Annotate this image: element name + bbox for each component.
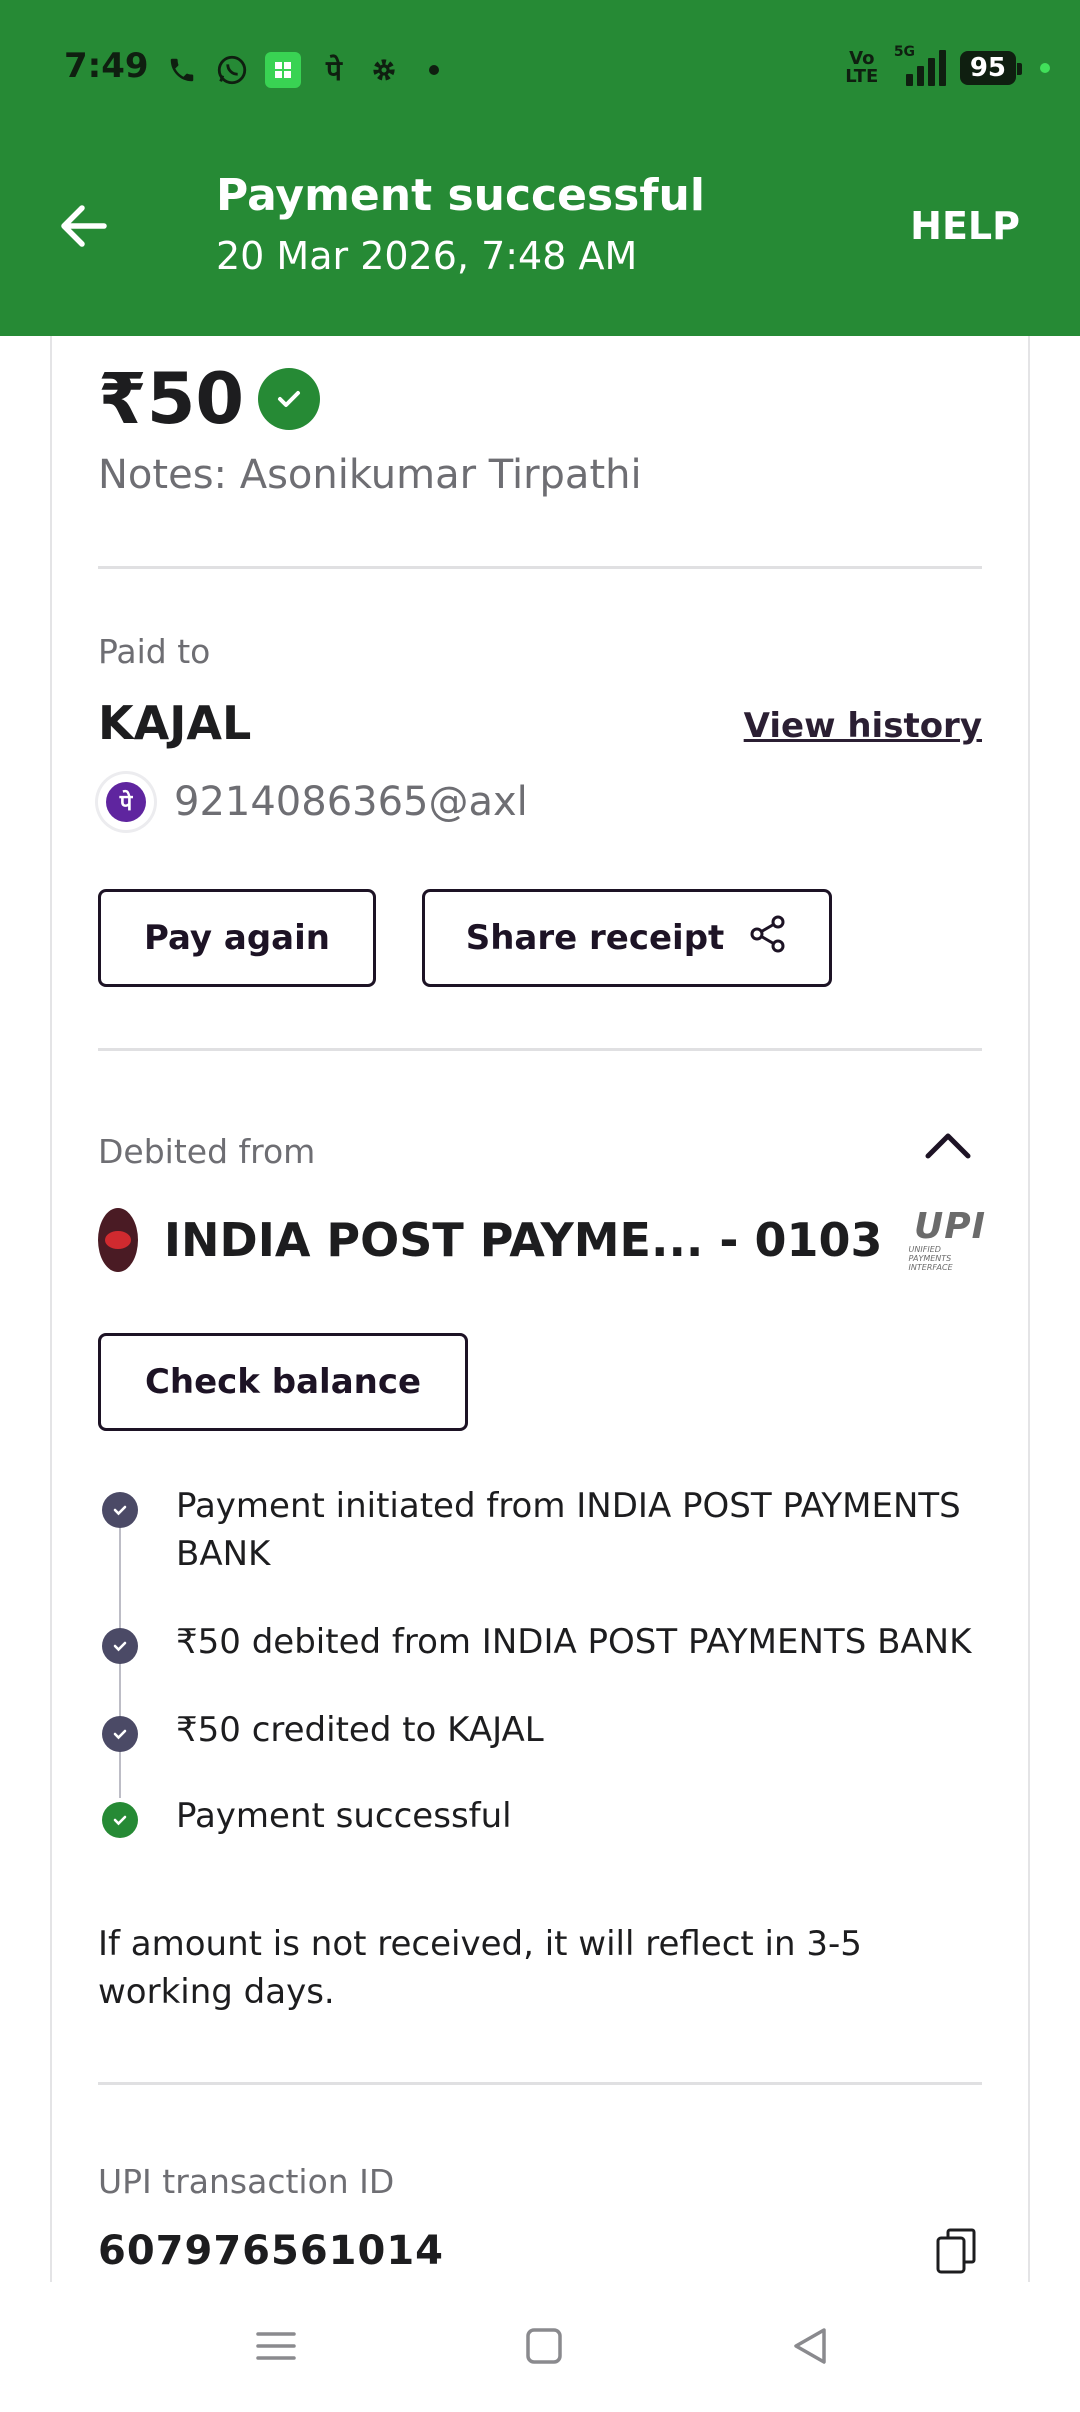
timeline-check-icon (102, 1716, 138, 1752)
debited-from-label: Debited from (98, 1132, 316, 1171)
status-bar: 7:49 पे Vo LTE 5G 95 (0, 0, 1080, 140)
refund-note: If amount is not received, it will refle… (98, 1924, 862, 2012)
timeline-step: Payment initiated from INDIA POST PAYMEN… (98, 1482, 982, 1578)
back-icon[interactable] (780, 2316, 840, 2376)
timeline-check-icon (102, 1628, 138, 1664)
bank-account-name: INDIA POST PAYME... - 0103 (163, 1213, 883, 1267)
payment-amount: ₹50 (98, 358, 245, 440)
system-navigation-bar (0, 2282, 1080, 2412)
page-title: Payment successful (216, 170, 705, 221)
payment-datetime: 20 Mar 2026, 7:48 AM (216, 234, 638, 278)
back-arrow-icon[interactable] (54, 196, 114, 256)
whatsapp-icon (215, 53, 249, 87)
timeline-success-icon (102, 1802, 138, 1838)
bank-account-row: INDIA POST PAYME... - 0103 UPI UNIFIED P… (98, 1208, 986, 1272)
india-post-bank-logo-icon (98, 1208, 138, 1272)
check-balance-button[interactable]: Check balance (98, 1333, 468, 1431)
timeline-step: Payment successful (98, 1792, 982, 1840)
timeline-step: ₹50 debited from INDIA POST PAYMENTS BAN… (98, 1618, 982, 1666)
paid-to-label: Paid to (98, 632, 211, 671)
notification-icons: पे (165, 52, 451, 88)
help-button[interactable]: HELP (910, 204, 1020, 248)
timeline-check-icon (102, 1492, 138, 1528)
upi-logo-icon: UPI UNIFIED PAYMENTS INTERFACE (908, 1205, 986, 1272)
home-icon[interactable] (514, 2316, 574, 2376)
pay-again-button[interactable]: Pay again (98, 889, 376, 987)
more-dot-icon (417, 53, 451, 87)
payment-notes: Notes: Asonikumar Tirpathi (98, 452, 642, 498)
share-receipt-button[interactable]: Share receipt (422, 889, 832, 987)
payment-timeline: Payment initiated from INDIA POST PAYMEN… (98, 1482, 982, 1840)
payment-details-card: ₹50 Notes: Asonikumar Tirpathi Paid to K… (50, 336, 1030, 2282)
view-history-link[interactable]: View history (744, 706, 982, 746)
divider (98, 1048, 982, 1051)
share-icon (748, 914, 788, 963)
status-time: 7:49 (64, 46, 149, 86)
phonepe-logo-icon: पे (98, 774, 154, 830)
privacy-dot-icon (1040, 63, 1050, 73)
amount-row: ₹50 (98, 358, 982, 440)
signal-icon: 5G (894, 44, 946, 86)
menu-icon[interactable] (246, 2316, 306, 2376)
divider (98, 566, 982, 569)
timeline-step: ₹50 credited to KAJAL (98, 1706, 982, 1754)
volte-indicator: Vo LTE (845, 48, 879, 87)
divider (98, 2082, 982, 2085)
phonepe-icon: पे (326, 54, 342, 87)
transaction-id: 607976561014 (98, 2228, 444, 2274)
app-header: 7:49 पे Vo LTE 5G 95 Payment successful … (0, 0, 1080, 336)
app-notification-icon (265, 52, 301, 88)
chevron-up-icon[interactable] (924, 1126, 972, 1166)
payee-upi-row: पे 9214086365@axl (98, 774, 982, 830)
copy-icon[interactable] (934, 2226, 978, 2276)
gear-icon (367, 53, 401, 87)
success-check-icon (258, 368, 321, 430)
battery-icon: 95 (959, 51, 1023, 85)
transaction-id-label: UPI transaction ID (98, 2162, 395, 2201)
system-icons: Vo LTE 5G 95 (844, 44, 1050, 87)
phone-icon (165, 53, 199, 87)
payee-upi-id: 9214086365@axl (174, 779, 528, 825)
